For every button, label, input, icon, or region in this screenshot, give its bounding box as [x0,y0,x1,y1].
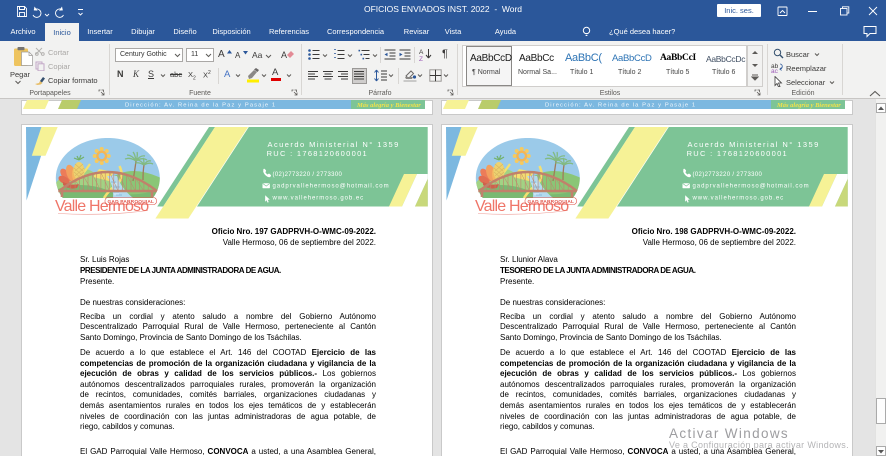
svg-text:ac: ac [771,68,779,73]
svg-text:www.vallehermoso.gob.ec: www.vallehermoso.gob.ec [272,196,365,202]
svg-text:GAD PARROQUIAL: GAD PARROQUIAL [108,199,155,205]
svg-text:(02)2773220 / 2773300: (02)2773220 / 2773300 [273,172,343,178]
svg-text:Más alegría y Bienestar: Más alegría y Bienestar [776,102,841,109]
svg-text:Dirección: Av. Reina de la Paz: Dirección: Av. Reina de la Paz y Pasaje … [125,103,276,109]
svg-text:Dirección: Av. Reina de la Paz: Dirección: Av. Reina de la Paz y Pasaje … [545,103,696,109]
svg-text:A: A [419,49,424,56]
svg-text:RUC : 1768120600001: RUC : 1768120600001 [267,149,368,158]
svg-text:Acuerdo Ministerial N° 1359: Acuerdo Ministerial N° 1359 [268,140,400,149]
svg-text:Z: Z [419,56,423,61]
svg-text:gadprvallehermoso@hotmail.com: gadprvallehermoso@hotmail.com [273,183,390,189]
svg-text:Más alegría y Bienestar: Más alegría y Bienestar [356,102,421,109]
svg-text:A: A [281,50,287,60]
